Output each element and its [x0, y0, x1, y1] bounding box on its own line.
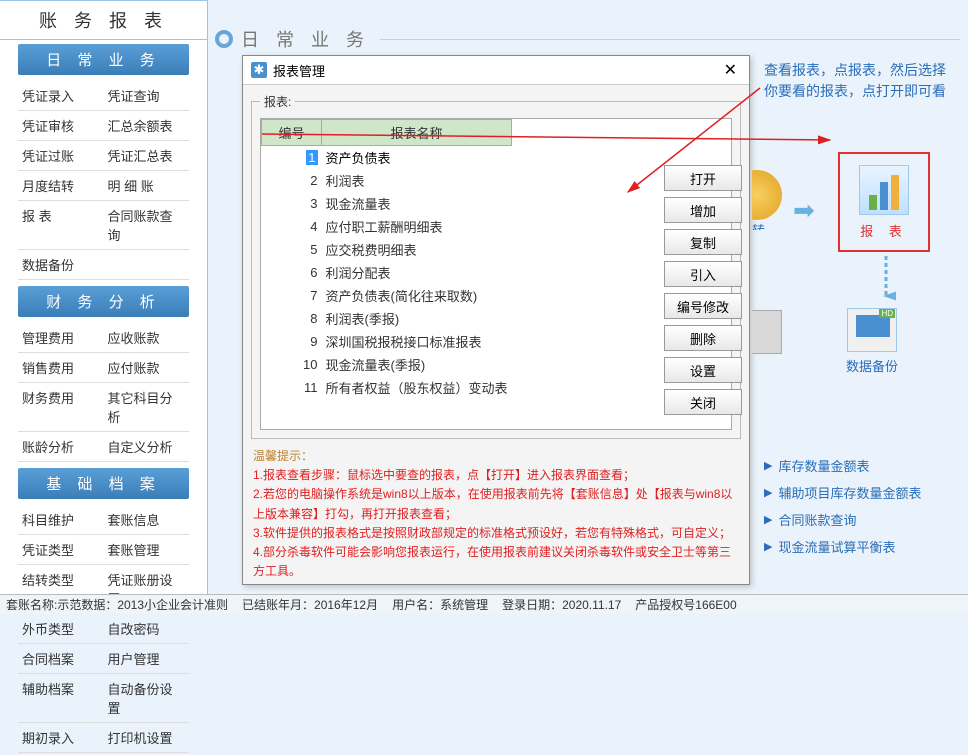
table-row[interactable]: 4应付职工薪酬明细表 [262, 215, 512, 238]
chart-icon [859, 165, 909, 215]
menu-item[interactable]: 凭证查询 [104, 81, 190, 110]
table-row[interactable]: 8利润表(季报) [262, 307, 512, 330]
left-panel: 账 务 报 表 日 常 业 务凭证录入凭证查询凭证审核汇总余额表凭证过账凭证汇总… [0, 0, 208, 594]
menu-item[interactable]: 套账管理 [104, 535, 190, 564]
annotation-text: 查看报表，点报表，然后选择你要看的报表，点打开即可看 [764, 60, 954, 102]
table-row[interactable]: 11所有者权益（股东权益）变动表 [262, 376, 512, 399]
menu-item[interactable]: 用户管理 [104, 644, 190, 673]
section-header: 日 常 业 务 [18, 44, 189, 75]
right-link[interactable]: ▶辅助项目库存数量金额表 [764, 479, 921, 506]
dialog-button-关闭[interactable]: 关闭 [664, 389, 742, 415]
report-table: 编号 报表名称 1资产负债表2利润表3现金流量表4应付职工薪酬明细表5应交税费明… [260, 118, 732, 430]
dialog-button-增加[interactable]: 增加 [664, 197, 742, 223]
flow-arrow-down-icon [876, 254, 896, 304]
panel-title: 账 务 报 表 [0, 0, 207, 40]
right-link[interactable]: ▶合同账款查询 [764, 506, 921, 533]
menu-item[interactable]: 外币类型 [18, 614, 104, 643]
dialog-button-打开[interactable]: 打开 [664, 165, 742, 191]
right-links: ▶库存数量金额表▶辅助项目库存数量金额表▶合同账款查询▶现金流量试算平衡表 [764, 452, 921, 560]
fieldset-legend: 报表: [260, 93, 295, 110]
backup-label: 数据备份 [846, 356, 898, 375]
menu-item[interactable]: 套账信息 [104, 505, 190, 534]
gear-icon [215, 30, 233, 48]
tips-header: 温馨提示： [253, 449, 313, 463]
table-row[interactable]: 2利润表 [262, 169, 512, 192]
partial-icon-transfer: 转 [752, 170, 782, 230]
menu-item[interactable]: 应收账款 [104, 323, 190, 352]
report-icon-label: 报 表 [860, 221, 908, 240]
report-icon[interactable]: 报 表 [838, 152, 930, 252]
dialog-titlebar: ✱ 报表管理 ✕ [243, 56, 749, 85]
dialog-button-删除[interactable]: 删除 [664, 325, 742, 351]
dialog-button-编号修改[interactable]: 编号修改 [664, 293, 742, 319]
right-link[interactable]: ▶现金流量试算平衡表 [764, 533, 921, 560]
dialog-buttons: 打开增加复制引入编号修改删除设置关闭 [664, 165, 742, 415]
status-period: 已结账年月：2016年12月 [242, 596, 378, 613]
menu-item[interactable]: 明 细 账 [104, 171, 190, 200]
menu-item[interactable]: 凭证类型 [18, 535, 104, 564]
top-banner: 日 常 业 务 [215, 28, 960, 50]
menu-item[interactable]: 应付账款 [104, 353, 190, 382]
col-num: 编号 [262, 120, 322, 146]
col-name: 报表名称 [322, 120, 512, 146]
table-row[interactable]: 9深圳国税报税接口标准报表 [262, 330, 512, 353]
table-row[interactable]: 6利润分配表 [262, 261, 512, 284]
table-row[interactable]: 10现金流量表(季报) [262, 353, 512, 376]
dialog-button-复制[interactable]: 复制 [664, 229, 742, 255]
arrow-icon: ▶ [764, 513, 772, 526]
menu-item[interactable]: 数据备份 [18, 250, 189, 279]
flow-arrow-right-icon: ➡ [793, 195, 815, 226]
menu-item[interactable]: 其它科目分析 [104, 383, 190, 431]
menu-item[interactable]: 汇总余额表 [104, 111, 190, 140]
menu-item[interactable]: 合同账款查询 [104, 201, 190, 249]
menu-item[interactable]: 凭证审核 [18, 111, 104, 140]
menu-item[interactable]: 凭证录入 [18, 81, 104, 110]
menu-item[interactable]: 凭证汇总表 [104, 141, 190, 170]
menu-item[interactable]: 期初录入 [18, 723, 104, 752]
menu-item[interactable]: 打印机设置 [104, 723, 190, 752]
menu-item[interactable]: 凭证过账 [18, 141, 104, 170]
menu-item[interactable]: 科目维护 [18, 505, 104, 534]
dialog-button-引入[interactable]: 引入 [664, 261, 742, 287]
status-user: 用户名：系统管理 [392, 596, 488, 613]
section-header: 基 础 档 案 [18, 468, 189, 499]
menu-item[interactable]: 合同档案 [18, 644, 104, 673]
backup-icon[interactable]: 数据备份 [846, 308, 898, 375]
arrow-icon: ▶ [764, 540, 772, 553]
table-row[interactable]: 5应交税费明细表 [262, 238, 512, 261]
banner-text: 日 常 业 务 [241, 26, 370, 52]
arrow-icon: ▶ [764, 459, 772, 472]
dialog-button-设置[interactable]: 设置 [664, 357, 742, 383]
menu-item[interactable]: 销售费用 [18, 353, 104, 382]
tips-body: 1.报表查看步骤：鼠标选中要查的报表，点【打开】进入报表界面查看；2.若您的电脑… [253, 466, 739, 581]
table-row[interactable]: 1资产负债表 [262, 146, 512, 170]
table-row[interactable]: 3现金流量表 [262, 192, 512, 215]
section-header: 财 务 分 析 [18, 286, 189, 317]
menu-item[interactable]: 财务费用 [18, 383, 104, 431]
menu-item[interactable]: 报 表 [18, 201, 104, 249]
disk-icon [847, 308, 897, 352]
status-login: 登录日期：2020.11.17 [502, 596, 621, 613]
menu-item[interactable]: 月度结转 [18, 171, 104, 200]
partial-icon-2 [752, 310, 782, 380]
menu-item[interactable]: 自动备份设置 [104, 674, 190, 722]
menu-item[interactable]: 自改密码 [104, 614, 190, 643]
status-bar: 套账名称:示范数据：2013小企业会计准则 已结账年月：2016年12月 用户名… [0, 594, 968, 614]
right-link[interactable]: ▶库存数量金额表 [764, 452, 921, 479]
dialog-title-text: 报表管理 [273, 61, 325, 80]
menu-item[interactable]: 账龄分析 [18, 432, 104, 461]
status-auth: 产品授权号166E00 [635, 596, 736, 613]
menu-item[interactable]: 自定义分析 [104, 432, 190, 461]
dialog-icon: ✱ [251, 62, 267, 78]
menu-item[interactable]: 辅助档案 [18, 674, 104, 722]
arrow-icon: ▶ [764, 486, 772, 499]
tips: 温馨提示： 1.报表查看步骤：鼠标选中要查的报表，点【打开】进入报表界面查看；2… [253, 447, 739, 581]
close-icon[interactable]: ✕ [720, 60, 741, 80]
status-account: 套账名称:示范数据：2013小企业会计准则 [6, 596, 228, 613]
menu-item[interactable]: 管理费用 [18, 323, 104, 352]
table-row[interactable]: 7资产负债表(简化往来取数) [262, 284, 512, 307]
